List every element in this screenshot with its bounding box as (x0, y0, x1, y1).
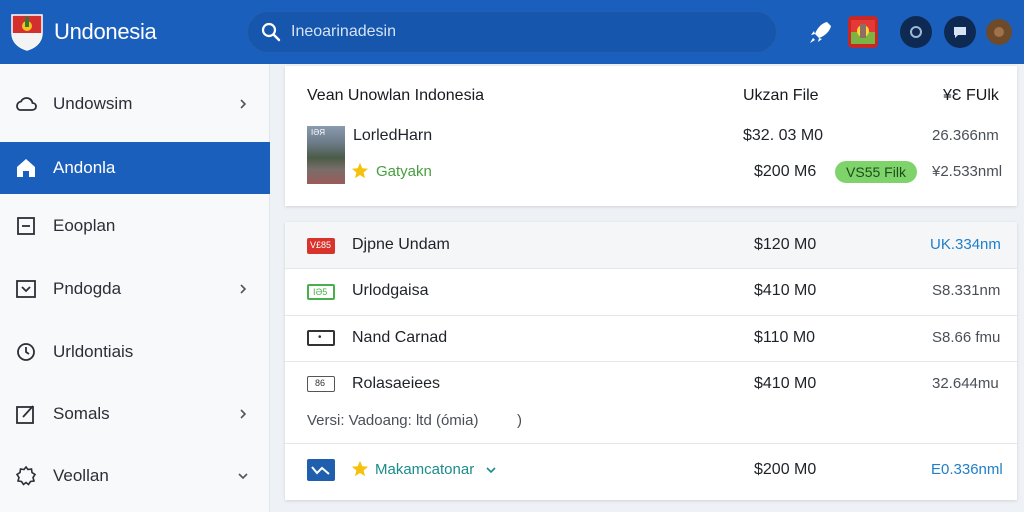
row-divider (285, 361, 1017, 362)
star-icon[interactable] (351, 162, 369, 180)
chevron-right-icon (240, 409, 247, 419)
version-info: Versi: Vadoang: ltd (ómia) (307, 412, 479, 429)
profile-avatar[interactable] (986, 19, 1012, 45)
chat-icon[interactable] (944, 16, 976, 48)
item-price: $200 M6 (754, 163, 817, 180)
sidebar-item-label: Undowsim (53, 94, 133, 113)
tag-label: V£85 (310, 240, 332, 250)
status-badge: VS55 Filk (835, 161, 917, 183)
inbox-icon (17, 217, 35, 235)
table-row-size: S8.331nm (932, 282, 1001, 299)
notification-dot-icon[interactable] (900, 16, 932, 48)
row-divider (285, 268, 1017, 269)
sidebar-item-label: Urldontiais (53, 342, 134, 361)
home-icon (17, 159, 35, 177)
sidebar-item-label: Somals (53, 404, 110, 423)
sidebar: Undowsim Andonla Eooplan Pndogda Urldont… (0, 64, 270, 512)
column-header-bulk: ¥Ɛ FUlk (943, 87, 999, 104)
chevron-down-icon (238, 473, 248, 480)
table-row-size[interactable]: E0.336nml (931, 461, 1003, 478)
sidebar-item-andonla[interactable]: Andonla (0, 142, 270, 194)
flag-avatar-icon[interactable] (848, 16, 878, 48)
chart-badge-icon (307, 459, 335, 481)
table-row-size: S8.66 fmu (932, 329, 1001, 346)
table-row-price: $410 M0 (754, 375, 817, 392)
table-row-size[interactable]: UK.334nm (930, 236, 1001, 253)
gear-icon (15, 465, 37, 486)
sidebar-item-label: Pndogda (53, 279, 122, 298)
search-icon (261, 22, 281, 42)
sidebar-item-eooplan[interactable]: Eooplan (0, 200, 270, 252)
rocket-icon[interactable] (805, 16, 837, 48)
edit-icon (16, 405, 34, 424)
top-bar: Undonesia (0, 0, 1024, 64)
column-header-file: Ukzan File (743, 87, 819, 104)
item-price: $32. 03 M0 (743, 127, 824, 144)
table-row-name[interactable]: Djpne Undam (352, 236, 450, 254)
app-title: Undonesia (54, 19, 157, 44)
summary-panel: Vean Unowlan Indonesia Ukzan File ¥Ɛ FUl… (285, 66, 1017, 206)
download-box-icon (16, 280, 36, 298)
chevron-right-icon (240, 284, 247, 294)
table-row-name[interactable]: Rolasaeiees (352, 375, 440, 393)
clock-icon (17, 343, 35, 361)
sidebar-item-somals[interactable]: Somals (0, 388, 270, 440)
tag-badge-icon: V£85 (307, 238, 335, 254)
file-list-panel: V£85 Djpne Undam $120 M0 UK.334nm IƏ5 Ur… (285, 222, 1017, 500)
sidebar-item-label: Andonla (53, 158, 116, 177)
table-row-price: $120 M0 (754, 236, 817, 253)
item-size: ¥2.533nml (932, 163, 1003, 180)
table-row-name[interactable]: Makamcatonar (375, 461, 474, 478)
sidebar-item-undowsim[interactable]: Undowsim (0, 78, 270, 130)
search-bar[interactable] (247, 11, 777, 53)
table-row-price: $110 M0 (754, 329, 816, 346)
tag-label: 86 (315, 378, 326, 388)
tag-label: IƏ5 (313, 287, 328, 297)
item-size: 26.366nm (932, 127, 999, 144)
cloud-icon (16, 97, 37, 111)
table-row-name[interactable]: Urlodgaisa (352, 282, 428, 300)
sidebar-item-veollan[interactable]: Veollan (0, 450, 270, 502)
item-name[interactable]: Gatyakn (376, 163, 432, 180)
sidebar-item-pndogda[interactable]: Pndogda (0, 263, 270, 315)
table-row-name[interactable]: Nand Carnad (352, 329, 447, 347)
sidebar-item-label: Eooplan (53, 216, 116, 235)
tag-badge-icon: IƏ5 (307, 284, 335, 300)
thumbnail-label: IƏЯ (311, 128, 326, 137)
panel-title: Vean Unowlan Indonesia (307, 87, 485, 104)
table-row-price: $410 M0 (754, 282, 817, 299)
row-divider (285, 443, 1017, 444)
chevron-down-icon[interactable] (485, 464, 497, 476)
version-info-suffix: ) (517, 412, 522, 429)
item-name[interactable]: LorledHarn (353, 127, 432, 145)
search-input[interactable] (291, 19, 751, 45)
tag-badge-icon: • (307, 330, 335, 346)
chevron-right-icon (240, 99, 247, 109)
shield-logo-icon (11, 14, 43, 51)
tag-label: • (318, 332, 322, 343)
row-divider (285, 315, 1017, 316)
tag-badge-icon: 86 (307, 376, 335, 392)
sidebar-item-label: Veollan (53, 466, 109, 485)
sidebar-item-urldontiais[interactable]: Urldontiais (0, 326, 270, 378)
table-row-size: 32.644mu (932, 375, 999, 392)
table-row-price: $200 M0 (754, 461, 817, 478)
star-icon[interactable] (351, 460, 369, 478)
